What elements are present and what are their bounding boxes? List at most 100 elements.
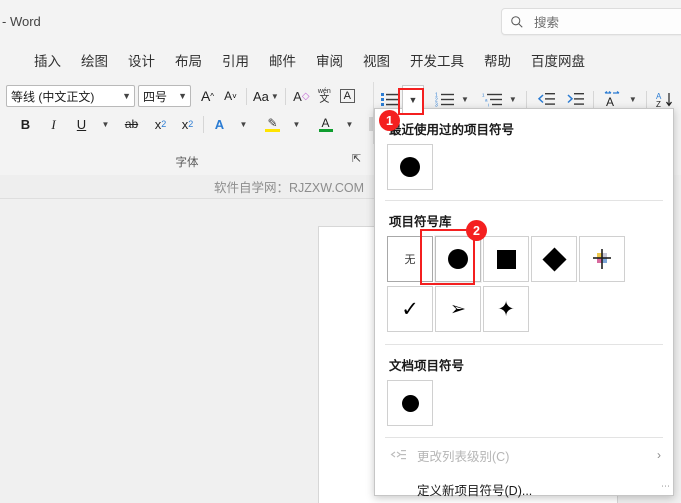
grow-font-button[interactable]: A ^ [196,84,219,108]
tab-draw[interactable]: 绘图 [71,47,118,73]
divider [525,90,527,108]
divider [246,87,247,105]
bullet-library-title: 项目符号库 [389,215,452,229]
tab-view[interactable]: 视图 [353,47,400,73]
text-effects-dropdown[interactable]: ▼ [231,112,254,136]
filled-circle-icon [448,249,468,269]
font-group: 等线 (中文正文) ▼ 四号 ▼ A ^ A ˅ Aa ▼ A ◇ wén 文 … [0,80,412,175]
chevron-down-icon: ▼ [178,91,187,101]
change-case-button[interactable]: Aa ▼ [251,84,281,108]
svg-text:3: 3 [435,102,438,107]
bullets-dropdown-chevron[interactable]: ▼ [402,85,424,113]
flower-icon [593,249,611,269]
watermark-text: 软件自学网：RJZXW.COM [214,181,364,195]
increase-indent-icon [567,93,584,105]
sparkle-icon: ✦ [497,297,515,321]
library-bullet-filled-circle[interactable] [434,235,482,283]
phonetic-guide-button[interactable]: wén 文 [313,84,336,108]
tab-review[interactable]: 审阅 [306,47,353,73]
font-color-button[interactable]: A [314,112,337,136]
underline-dropdown[interactable]: ▼ [93,112,116,136]
highlight-dropdown[interactable]: ▼ [284,112,307,136]
text-effects-button[interactable]: A [208,112,231,136]
strikethrough-icon: ab [124,117,139,131]
search-input-placeholder[interactable]: 搜索 [534,12,559,31]
chevron-down-icon: ▼ [122,91,131,101]
filled-square-icon [496,249,516,269]
tab-design[interactable]: 设计 [118,47,165,73]
menu-change-list-level[interactable]: 更改列表级别(C) › [375,438,673,472]
subscript-button[interactable]: x2 [149,112,172,136]
font-dialog-launcher[interactable]: ⇱ [352,152,366,166]
word-window: - Word 搜索 插入 绘图 设计 布局 引用 邮件 审阅 视图 开发工具 帮… [0,0,681,503]
chevron-down-icon: ▼ [508,94,517,104]
bullet-library-grid: 无 ✓ ➢ ✦ [375,235,673,336]
font-name-combo[interactable]: 等线 (中文正文) ▼ [6,85,135,107]
library-bullet-checkmark[interactable]: ✓ [387,286,433,332]
chevron-down-icon: ▼ [461,94,469,104]
svg-text:i: i [488,102,489,107]
tab-baidu-netdisk[interactable]: 百度网盘 [521,47,595,73]
resize-grip-icon: ⋯ [661,481,670,491]
text-highlight-button[interactable]: ✎ [261,112,284,136]
library-bullet-none[interactable]: 无 [387,236,433,282]
tab-developer[interactable]: 开发工具 [400,47,474,73]
badge-1: 1 [379,110,400,131]
document-bullet-filled-circle[interactable] [387,380,433,426]
font-group-row-1: 等线 (中文正文) ▼ 四号 ▼ A ^ A ˅ Aa ▼ A ◇ wén 文 … [0,84,359,108]
tab-help[interactable]: 帮助 [474,47,521,73]
character-border-icon: A [339,89,355,103]
search-icon [510,15,524,29]
grow-font-icon: A [200,88,211,104]
highlight-color-bar [265,128,280,132]
strikethrough-button[interactable]: ab [120,112,143,136]
font-color-dropdown[interactable]: ▼ [337,112,360,136]
chevron-down-icon: ▼ [628,94,637,104]
font-color-icon: A [321,115,330,130]
superscript-button[interactable]: x2 [176,112,199,136]
chevron-down-icon: ▼ [408,94,418,105]
chevron-down-icon: ▼ [270,91,279,101]
tab-insert[interactable]: 插入 [24,47,71,73]
font-size-combo[interactable]: 四号 ▼ [138,85,191,107]
chevron-down-icon: ▼ [239,119,248,129]
document-bullets-title: 文档项目符号 [389,359,465,373]
font-group-label: 字体 [175,157,199,169]
character-border-button[interactable]: A [336,84,359,108]
document-bullets-grid [375,380,673,430]
highlighter-pen-icon: ✎ [267,115,278,130]
library-bullet-diamond[interactable] [531,236,577,282]
window-title: - Word [2,14,41,29]
tab-layout[interactable]: 布局 [165,47,212,73]
chevron-right-icon: › [657,448,661,462]
recent-bullet-filled-circle[interactable] [387,144,433,190]
change-list-level-label: 更改列表级别(C) [417,449,510,464]
tab-references[interactable]: 引用 [212,47,259,73]
divider [203,115,204,133]
divider [284,87,286,105]
italic-button[interactable]: I [42,112,65,136]
bold-button[interactable]: B [14,112,37,136]
clear-formatting-button[interactable]: A ◇ [290,84,313,108]
divider [645,90,647,108]
numbering-icon: 1 2 3 [435,92,454,107]
library-bullet-flower[interactable] [579,236,625,282]
menu-define-new-bullet[interactable]: 定义新项目符号(D)... [375,472,673,503]
svg-text:A: A [606,95,614,107]
change-case-icon: Aa [253,88,269,104]
font-group-row-2: B I U ▼ ab x2 x2 A ▼ ✎ ▼ A ▼ [0,112,415,136]
chinese-layout-icon: A [604,91,620,107]
chevron-down-icon: ▼ [101,119,110,129]
ribbon-tabs: 插入 绘图 设计 布局 引用 邮件 审阅 视图 开发工具 帮助 百度网盘 [0,44,681,76]
search-box[interactable]: 搜索 [501,8,681,35]
svg-text:Z: Z [656,100,661,108]
library-bullet-arrowhead[interactable]: ➢ [435,286,481,332]
shrink-font-button[interactable]: A ˅ [219,84,242,108]
change-list-level-icon [389,449,409,462]
tab-mailings[interactable]: 邮件 [259,47,306,73]
underline-button[interactable]: U [70,112,93,136]
library-bullet-filled-square[interactable] [483,236,529,282]
clear-formatting-icon: A [293,88,302,104]
font-name-value: 等线 (中文正文) [11,89,95,104]
library-bullet-sparkle[interactable]: ✦ [483,286,529,332]
